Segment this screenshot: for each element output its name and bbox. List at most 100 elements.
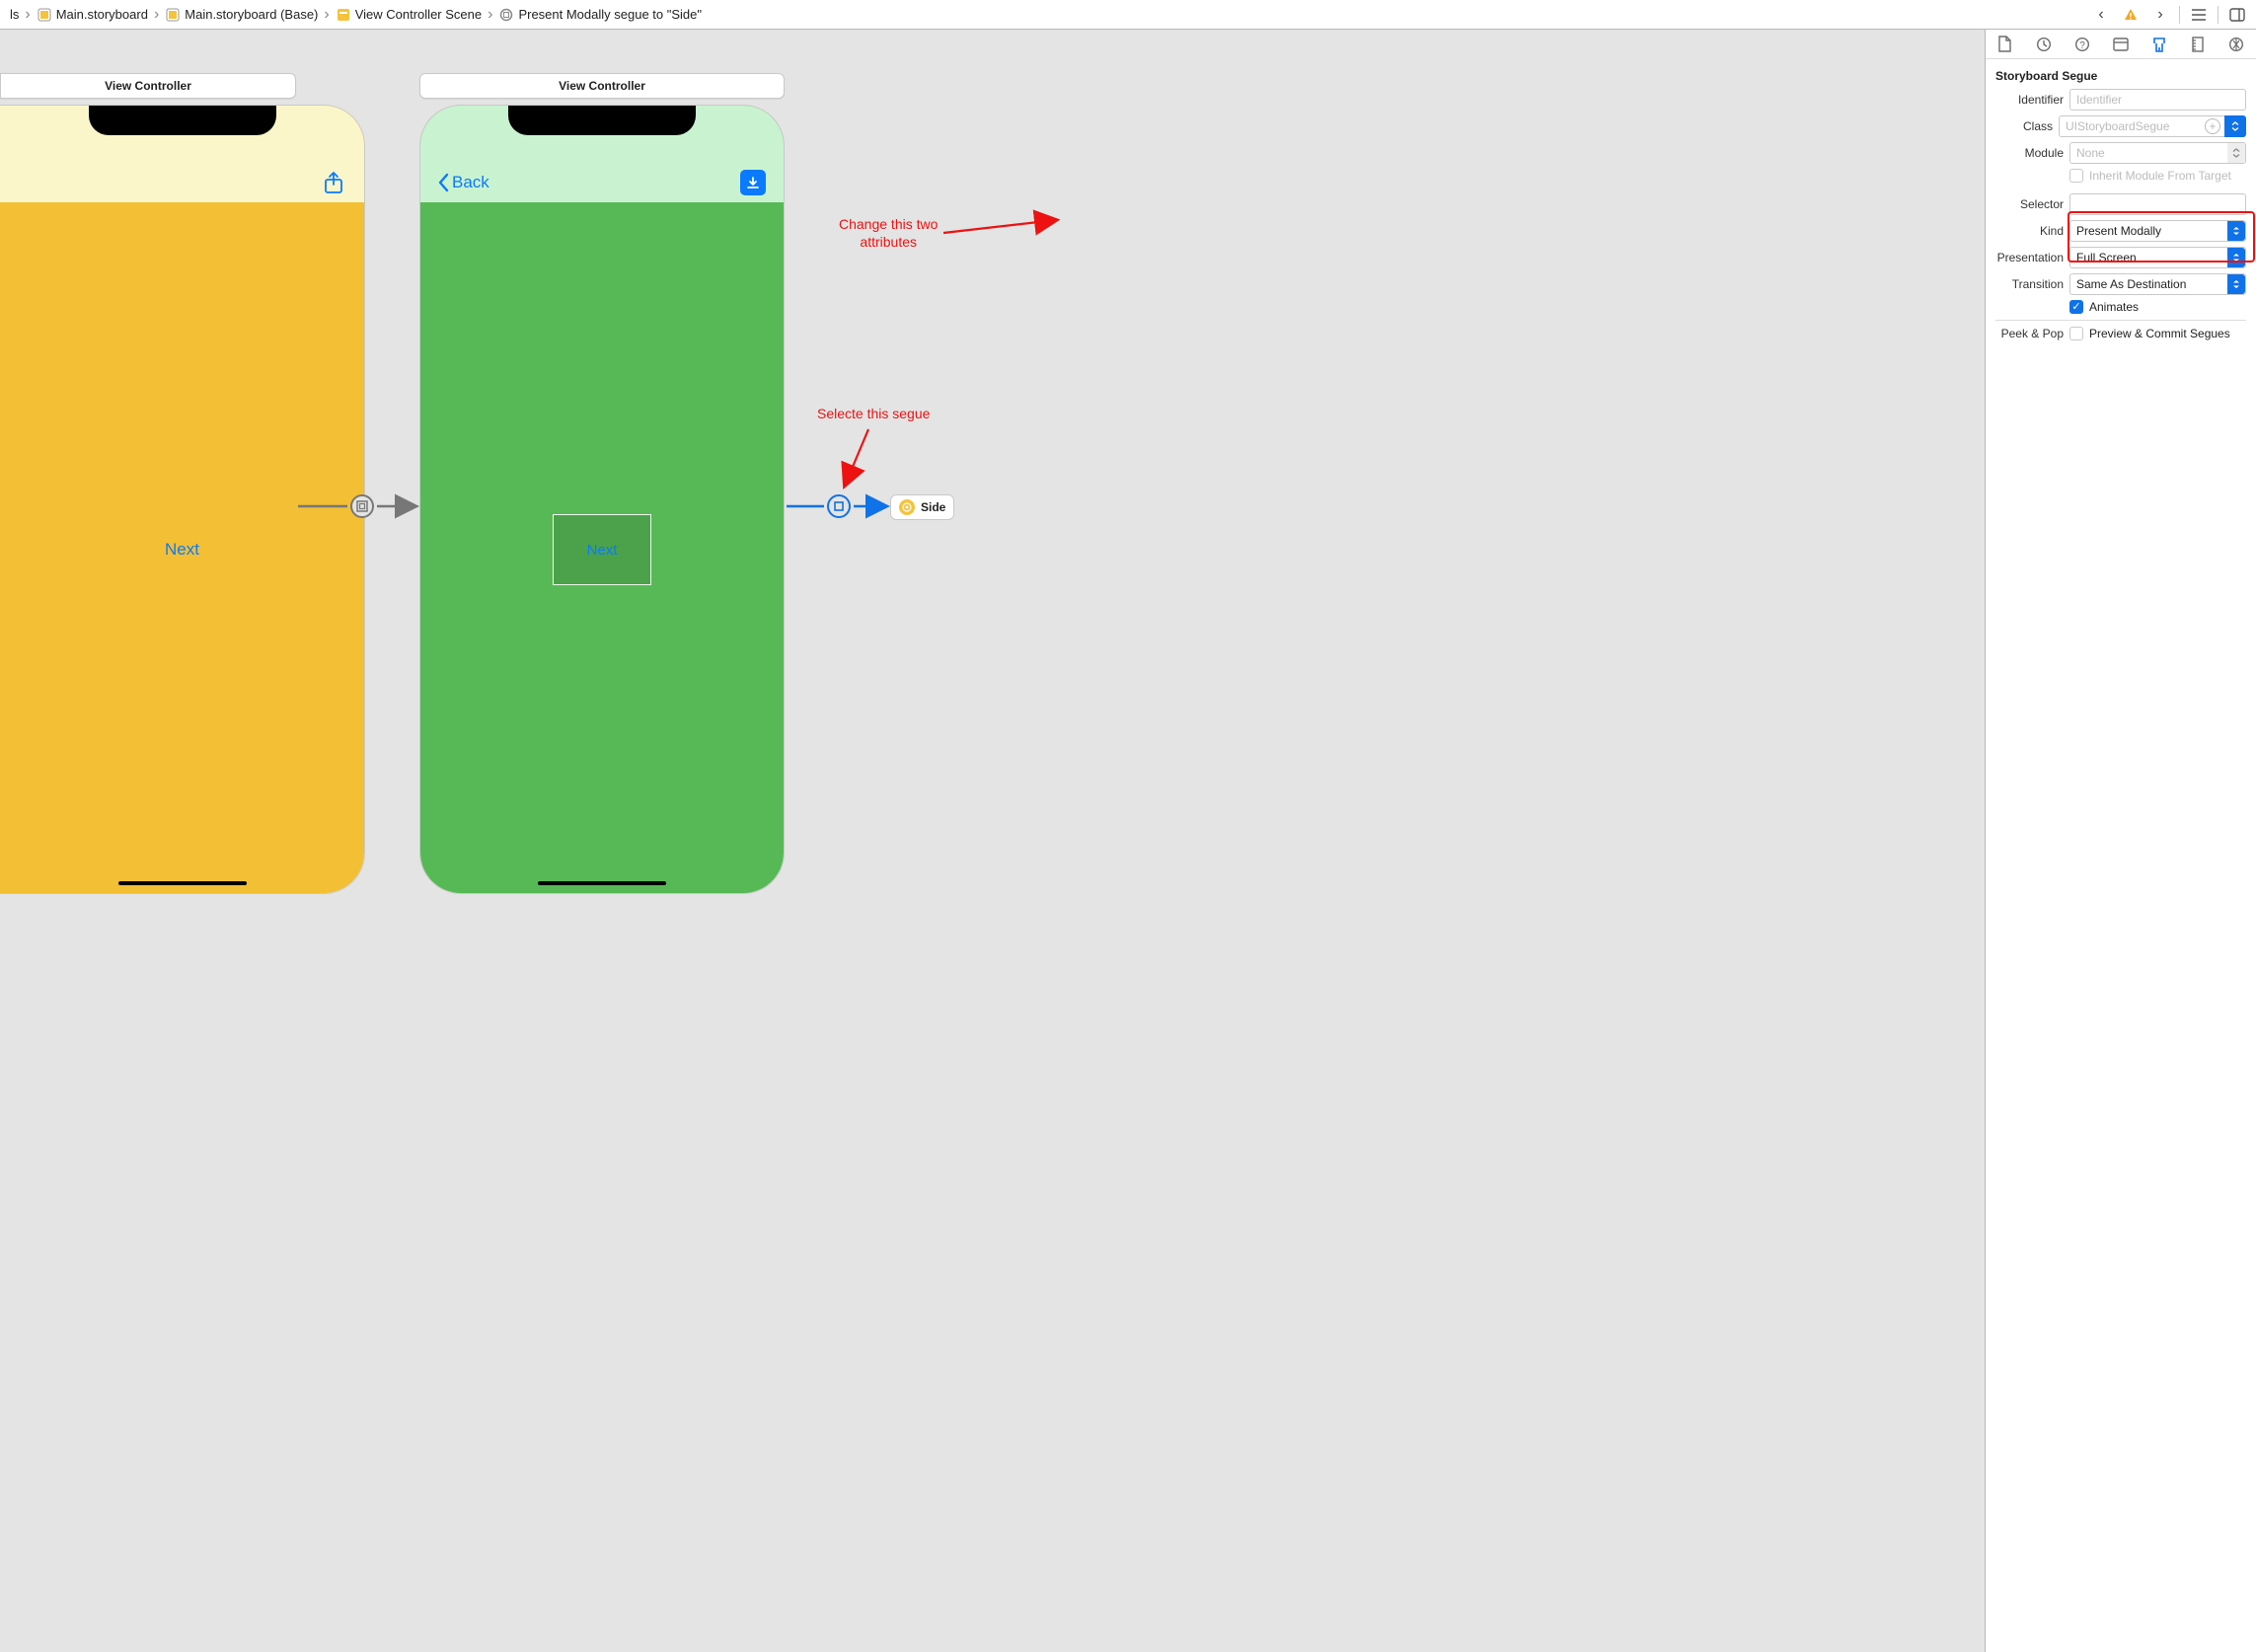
breadcrumb-seg-base[interactable]: Main.storyboard (Base) — [161, 0, 322, 29]
field-label: Kind — [1995, 224, 2069, 238]
tab-size[interactable] — [2185, 32, 2211, 57]
field-label: Selector — [1995, 197, 2069, 211]
selector-input[interactable] — [2069, 193, 2246, 215]
view-controller-right[interactable]: Back Next — [419, 105, 785, 894]
chevron-updown-icon — [2227, 248, 2245, 267]
dropdown-value: None — [2070, 146, 2227, 160]
row-transition: Transition Same As Destination — [1995, 273, 2246, 295]
separator — [2179, 6, 2180, 24]
row-class: Class + — [1995, 115, 2246, 137]
toolbar-right-group: ‹ › — [2082, 0, 2256, 29]
side-view-controller-chip[interactable]: Side — [890, 494, 954, 520]
field-label: Identifier — [1995, 93, 2069, 107]
row-animates: Animates — [1995, 300, 2246, 314]
animates-checkbox[interactable] — [2069, 300, 2083, 314]
breadcrumb-label: ls — [10, 7, 19, 22]
button-label: Next — [587, 542, 618, 559]
adjust-editor-button[interactable] — [2226, 4, 2248, 26]
class-dropdown-button[interactable] — [2224, 115, 2246, 137]
notch-icon — [508, 106, 696, 135]
tab-connections[interactable] — [2223, 32, 2249, 57]
section-title: Storyboard Segue — [1995, 65, 2246, 89]
dropdown-value: Full Screen — [2070, 251, 2227, 264]
identifier-input[interactable] — [2069, 89, 2246, 111]
storyboard-file-icon — [165, 7, 181, 23]
annotation-bottom: Selecte this segue — [817, 405, 930, 422]
panel-icon — [2229, 8, 2245, 22]
chevron-right-icon: › — [152, 7, 161, 23]
module-dropdown[interactable]: None — [2069, 142, 2246, 164]
attributes-icon — [2151, 36, 2167, 53]
scene-title-bar[interactable]: View Controller — [419, 73, 785, 99]
history-forward-button[interactable]: › — [2149, 4, 2171, 26]
container-view[interactable]: Next — [553, 514, 651, 585]
segue-node[interactable] — [350, 494, 374, 518]
tab-file[interactable] — [1993, 32, 2018, 57]
breadcrumb-label: Main.storyboard — [56, 7, 148, 22]
tab-help[interactable]: ? — [2069, 32, 2095, 57]
download-icon — [745, 175, 761, 190]
segue-kind-icon — [832, 499, 846, 513]
peekpop-checkbox[interactable] — [2069, 327, 2083, 340]
field-label: Transition — [1995, 277, 2069, 291]
home-indicator-icon — [538, 881, 666, 885]
back-button[interactable]: Back — [438, 173, 489, 192]
chip-label: Side — [921, 500, 945, 514]
dropdown-value: Present Modally — [2070, 224, 2227, 238]
breadcrumb-seg-scene[interactable]: View Controller Scene — [332, 0, 486, 29]
issues-button[interactable] — [2120, 4, 2142, 26]
scene-title-bar[interactable]: View Controller — [0, 73, 296, 99]
tab-history[interactable] — [2031, 32, 2057, 57]
checkbox-label: Animates — [2089, 300, 2139, 314]
chevron-updown-icon — [2227, 143, 2245, 163]
row-presentation: Presentation Full Screen — [1995, 247, 2246, 268]
checkbox-label: Preview & Commit Segues — [2089, 327, 2230, 340]
row-peekpop: Peek & Pop Preview & Commit Segues — [1995, 327, 2246, 340]
row-identifier: Identifier — [1995, 89, 2246, 111]
file-icon — [1997, 36, 2012, 52]
main-split: View Controller Next View Con — [0, 30, 2256, 1652]
inspector-tab-bar: ? — [1986, 30, 2256, 59]
row-inherit: Inherit Module From Target — [1995, 169, 2246, 183]
breadcrumb-label: Main.storyboard (Base) — [185, 7, 318, 22]
top-toolbar: ls › Main.storyboard › Main.storyboard (… — [0, 0, 2256, 30]
outline-toggle-button[interactable] — [2188, 4, 2210, 26]
tab-identity[interactable] — [2108, 32, 2134, 57]
presentation-dropdown[interactable]: Full Screen — [2069, 247, 2246, 268]
inherit-checkbox[interactable] — [2069, 169, 2083, 183]
add-class-button[interactable]: + — [2205, 118, 2220, 134]
breadcrumb-seg-storyboard[interactable]: Main.storyboard — [33, 0, 152, 29]
chevron-updown-icon — [2227, 274, 2245, 294]
class-input[interactable] — [2059, 115, 2225, 137]
transition-dropdown[interactable]: Same As Destination — [2069, 273, 2246, 295]
view-controller-left[interactable]: Next — [0, 105, 365, 894]
breadcrumb-seg-segue[interactable]: Present Modally segue to "Side" — [494, 0, 706, 29]
breadcrumb-seg-folder[interactable]: ls — [6, 0, 23, 29]
storyboard-canvas[interactable]: View Controller Next View Con — [0, 30, 1985, 1652]
chevron-right-icon: › — [486, 7, 494, 23]
chevron-updown-icon — [2227, 221, 2245, 241]
download-button[interactable] — [740, 170, 766, 195]
chevron-right-icon: › — [322, 7, 331, 23]
back-label: Back — [452, 173, 489, 192]
kind-dropdown[interactable]: Present Modally — [2069, 220, 2246, 242]
share-button[interactable] — [321, 170, 346, 195]
identity-icon — [2113, 38, 2129, 51]
field-label: Presentation — [1995, 251, 2069, 264]
notch-icon — [89, 106, 276, 135]
home-indicator-icon — [118, 881, 247, 885]
row-module: Module None — [1995, 142, 2246, 164]
storyboard-file-icon — [37, 7, 52, 23]
segue-icon — [498, 7, 514, 23]
field-label: Module — [1995, 146, 2069, 160]
ruler-icon — [2191, 37, 2205, 52]
tab-attributes[interactable] — [2146, 32, 2172, 57]
scene-title-label: View Controller — [105, 79, 191, 93]
separator — [1995, 320, 2246, 321]
segue-node-selected[interactable] — [827, 494, 851, 518]
help-icon: ? — [2074, 37, 2090, 52]
history-back-button[interactable]: ‹ — [2090, 4, 2112, 26]
field-label: Class — [1995, 119, 2059, 133]
next-button[interactable]: Next — [165, 540, 199, 560]
row-kind: Kind Present Modally — [1995, 220, 2246, 242]
